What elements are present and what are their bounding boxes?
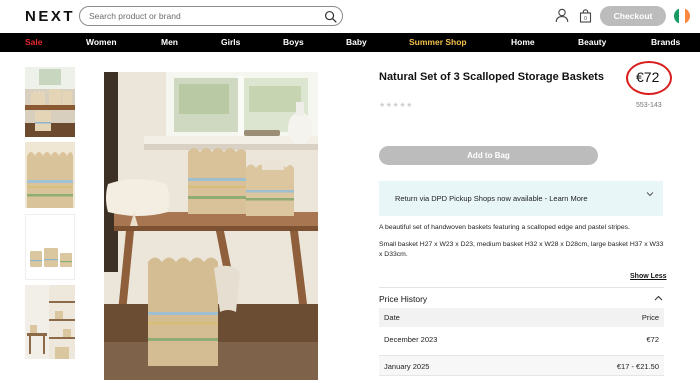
row-price: €17 - €21.50 bbox=[616, 362, 659, 371]
main-navigation: Sale Women Men Girls Boys Baby Summer Sh… bbox=[0, 33, 700, 52]
nav-item-brands[interactable]: Brands bbox=[651, 37, 680, 47]
ireland-flag-icon[interactable] bbox=[674, 8, 690, 24]
product-price: €72 bbox=[636, 69, 660, 85]
add-to-bag-button[interactable]: Add to Bag bbox=[379, 146, 598, 165]
section-divider bbox=[379, 287, 664, 288]
table-header-row: Date Price bbox=[379, 308, 664, 327]
nav-item-home[interactable]: Home bbox=[511, 37, 535, 47]
nav-item-baby[interactable]: Baby bbox=[346, 37, 367, 47]
nav-item-women[interactable]: Women bbox=[86, 37, 117, 47]
nav-item-summer-shop[interactable]: Summer Shop bbox=[409, 37, 467, 47]
nav-item-boys[interactable]: Boys bbox=[283, 37, 304, 47]
product-thumbnail-2[interactable] bbox=[25, 142, 75, 208]
search-input[interactable]: Search product or brand bbox=[79, 6, 343, 26]
price-history-title[interactable]: Price History bbox=[379, 294, 427, 304]
svg-text:0: 0 bbox=[584, 16, 587, 22]
search-placeholder: Search product or brand bbox=[89, 11, 181, 21]
checkout-button[interactable]: Checkout bbox=[600, 6, 666, 26]
product-title: Natural Set of 3 Scalloped Storage Baske… bbox=[379, 71, 604, 83]
item-number: 553-143 bbox=[636, 102, 662, 109]
product-description: A beautiful set of handwoven baskets fea… bbox=[379, 224, 630, 231]
account-icon[interactable] bbox=[555, 8, 569, 23]
product-thumbnail-4[interactable] bbox=[25, 285, 75, 359]
site-header: NEXT Search product or brand 0 Checkout bbox=[0, 0, 700, 33]
rating-stars[interactable]: ★★★★★ bbox=[379, 101, 413, 109]
chevron-up-icon[interactable] bbox=[654, 295, 663, 301]
shopping-bag-icon[interactable]: 0 bbox=[579, 9, 592, 23]
nav-item-men[interactable]: Men bbox=[161, 37, 178, 47]
product-thumbnail-1[interactable] bbox=[25, 67, 75, 137]
row-date: December 2023 bbox=[384, 335, 438, 344]
returns-text[interactable]: Return via DPD Pickup Shops now availabl… bbox=[395, 194, 588, 203]
nav-item-beauty[interactable]: Beauty bbox=[578, 37, 606, 47]
product-thumbnail-3[interactable] bbox=[25, 214, 75, 280]
nav-item-sale[interactable]: Sale bbox=[25, 37, 43, 47]
price-history-table: Date Price December 2023 €72 January 202… bbox=[379, 308, 664, 376]
table-row: January 2025 €17 - €21.50 bbox=[379, 356, 664, 376]
chevron-down-icon[interactable] bbox=[646, 191, 654, 197]
row-date: January 2025 bbox=[384, 362, 430, 371]
search-icon[interactable] bbox=[324, 10, 337, 23]
show-less-link[interactable]: Show Less bbox=[630, 273, 667, 280]
table-row: December 2023 €72 bbox=[379, 335, 664, 356]
next-logo[interactable]: NEXT bbox=[25, 8, 75, 25]
product-dimensions: Small basket H27 x W23 x D23, medium bas… bbox=[379, 241, 664, 258]
column-header-date: Date bbox=[384, 313, 400, 322]
returns-banner[interactable]: Return via DPD Pickup Shops now availabl… bbox=[379, 181, 663, 216]
nav-item-girls[interactable]: Girls bbox=[221, 37, 240, 47]
column-header-price: Price bbox=[641, 313, 659, 322]
product-main-image[interactable] bbox=[104, 72, 318, 380]
row-price: €72 bbox=[646, 335, 659, 344]
